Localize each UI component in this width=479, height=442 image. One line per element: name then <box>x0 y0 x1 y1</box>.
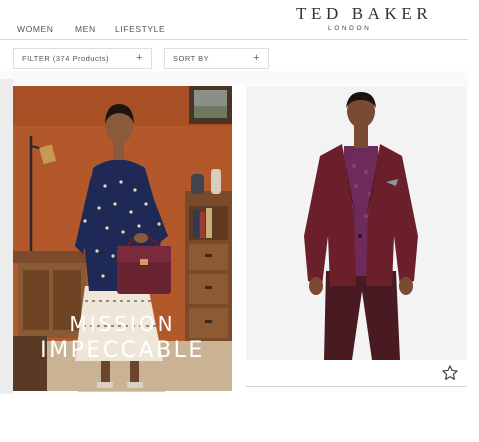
plus-icon: + <box>253 52 260 64</box>
plus-icon: + <box>136 52 143 64</box>
side-strip <box>0 79 13 394</box>
product-card-divider <box>246 386 467 387</box>
product-image[interactable] <box>246 86 467 360</box>
toolbar-band <box>0 71 468 85</box>
brand-logo[interactable]: TED BAKER <box>296 4 432 24</box>
sort-label: SORT BY <box>173 54 210 63</box>
header-divider <box>0 39 468 40</box>
campaign-underline <box>78 391 165 392</box>
nav-men[interactable]: MEN <box>75 24 96 34</box>
product-photo <box>246 86 467 360</box>
campaign-banner[interactable]: MISSION IMPECCABLE <box>13 86 232 391</box>
nav-lifestyle[interactable]: LIFESTYLE <box>115 24 165 34</box>
campaign-headline-2: IMPECCABLE <box>40 338 205 363</box>
nav-women[interactable]: WOMEN <box>17 24 54 34</box>
brand-subtitle: LONDON <box>328 25 372 32</box>
campaign-headline-1: MISSION <box>69 312 176 336</box>
sort-button[interactable]: SORT BY + <box>164 48 269 69</box>
star-outline-icon[interactable] <box>441 364 459 382</box>
filter-label: FILTER (374 Products) <box>22 54 110 63</box>
filter-button[interactable]: FILTER (374 Products) + <box>13 48 152 69</box>
